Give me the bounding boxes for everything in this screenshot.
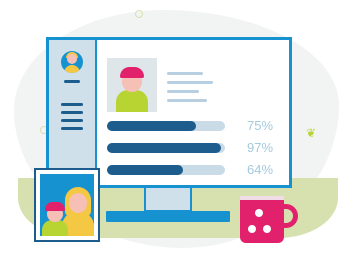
skill-percent-3: 64% bbox=[247, 162, 274, 177]
sidebar-menu-item[interactable] bbox=[61, 119, 83, 122]
frame-picture bbox=[40, 174, 94, 236]
skill-bar-2 bbox=[107, 143, 225, 153]
profile-info-line bbox=[167, 99, 207, 102]
profile-info-line bbox=[167, 81, 213, 84]
user-avatar[interactable] bbox=[61, 51, 83, 73]
skill-bar-1 bbox=[107, 121, 225, 131]
sidebar-name-line bbox=[64, 80, 80, 83]
sidebar-menu-item[interactable] bbox=[61, 127, 83, 130]
person-cap bbox=[45, 202, 65, 211]
mug-dot bbox=[248, 225, 256, 233]
skill-bar-fill bbox=[107, 121, 196, 131]
photo-torso bbox=[116, 90, 148, 112]
skill-percent-2: 97% bbox=[247, 140, 274, 155]
photo-cap bbox=[120, 67, 144, 78]
mug-rim bbox=[240, 196, 284, 200]
monitor-screen: 75% 97% 64% bbox=[46, 37, 292, 188]
profile-sidebar bbox=[49, 40, 97, 185]
person-head bbox=[69, 193, 87, 213]
monitor-neck bbox=[144, 188, 192, 212]
skill-bar-fill bbox=[107, 165, 183, 175]
photo-frame bbox=[34, 168, 100, 242]
avatar-body bbox=[64, 65, 80, 73]
mug-dot bbox=[263, 225, 271, 233]
profile-info-line bbox=[167, 72, 203, 75]
profile-info-line bbox=[167, 90, 199, 93]
profile-photo[interactable] bbox=[107, 58, 157, 112]
avatar-head bbox=[67, 54, 77, 64]
person-body bbox=[42, 220, 68, 236]
skill-bar-fill bbox=[107, 143, 222, 153]
sidebar-menu-item[interactable] bbox=[61, 111, 83, 114]
coffee-mug bbox=[240, 196, 284, 243]
decorative-circle bbox=[135, 10, 143, 18]
sidebar-menu-item[interactable] bbox=[61, 103, 83, 106]
monitor-base bbox=[106, 211, 230, 222]
skill-bar-3 bbox=[107, 165, 225, 175]
mug-dot bbox=[255, 209, 263, 217]
leaf-icon: ❦ bbox=[306, 126, 317, 140]
skill-percent-1: 75% bbox=[247, 118, 274, 133]
